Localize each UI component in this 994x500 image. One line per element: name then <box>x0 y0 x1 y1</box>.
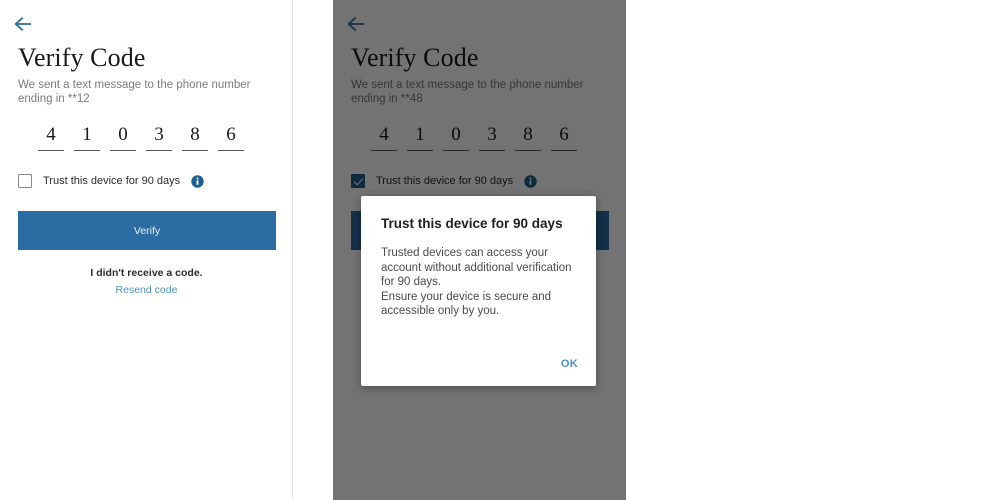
trust-device-info-dialog: Trust this device for 90 days Trusted de… <box>361 196 596 386</box>
dialog-ok-button[interactable]: OK <box>561 358 578 370</box>
resend-question-text: I didn't receive a code. <box>90 267 203 279</box>
screen-content: Verify Code We sent a text message to th… <box>0 0 292 500</box>
resend-section: I didn't receive a code. Resend code <box>0 266 292 298</box>
code-digit-input[interactable]: 1 <box>74 122 100 151</box>
dialog-body-text: Trusted devices can access your account … <box>381 247 572 317</box>
page-title: Verify Code <box>18 43 146 72</box>
code-digit-input[interactable]: 8 <box>182 122 208 151</box>
verification-code-inputs: 4 1 0 3 8 6 <box>38 122 244 151</box>
trust-device-label: Trust this device for 90 days <box>43 175 181 187</box>
resend-code-link[interactable]: Resend code <box>116 283 178 297</box>
trust-device-checkbox[interactable] <box>18 174 32 188</box>
arrow-left-icon <box>13 16 35 32</box>
screenshot-stage: Verify Code We sent a text message to th… <box>0 0 994 500</box>
trust-device-row: Trust this device for 90 days <box>18 172 204 190</box>
code-digit-input[interactable]: 4 <box>38 122 64 151</box>
verify-code-panel-with-dialog: Verify Code We sent a text message to th… <box>333 0 626 500</box>
code-digit-input[interactable]: 6 <box>218 122 244 151</box>
dialog-title: Trust this device for 90 days <box>381 216 563 231</box>
verify-button-label: Verify <box>133 224 161 237</box>
info-circle-icon[interactable] <box>191 174 204 188</box>
back-button[interactable] <box>13 12 39 36</box>
code-digit-input[interactable]: 0 <box>110 122 136 151</box>
verify-code-panel-default: Verify Code We sent a text message to th… <box>0 0 293 500</box>
code-digit-input[interactable]: 3 <box>146 122 172 151</box>
verify-button[interactable]: Verify <box>18 211 276 250</box>
page-subtitle: We sent a text message to the phone numb… <box>18 79 251 105</box>
